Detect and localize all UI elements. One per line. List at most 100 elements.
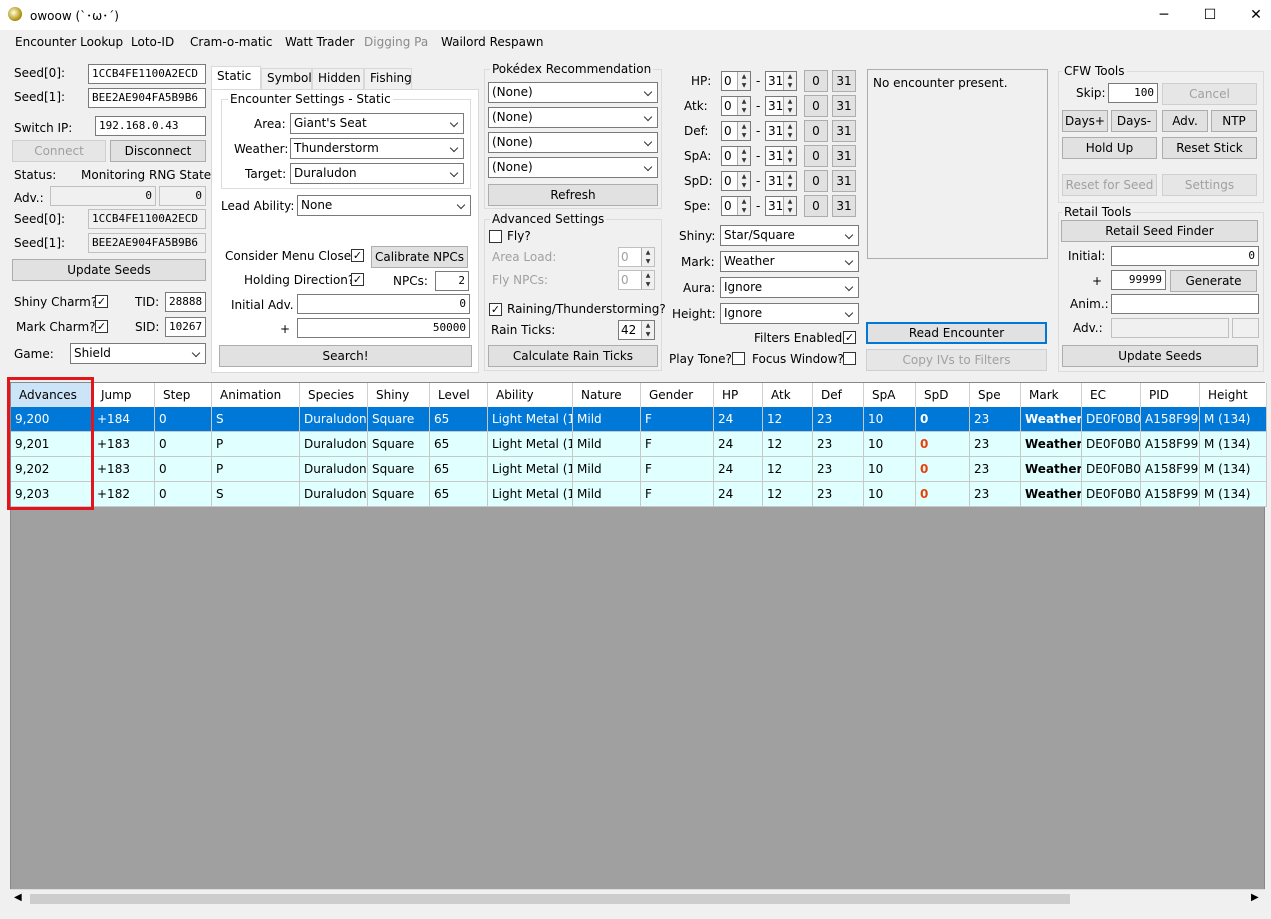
- column-header[interactable]: Species: [300, 383, 368, 407]
- iv-spa-min[interactable]: 0 ▲ ▼: [721, 146, 751, 166]
- minimize-button[interactable]: ─: [1141, 0, 1187, 30]
- iv-def-max[interactable]: 31 ▲ ▼: [765, 121, 797, 141]
- iv-spe-min[interactable]: 0 ▲ ▼: [721, 196, 751, 216]
- disconnect-button[interactable]: Disconnect: [110, 140, 206, 162]
- table-row[interactable]: 9,201 +183 0 P Duraludon Square 65 Light Metal …: [11, 432, 1267, 457]
- iv-atk-set-31-button[interactable]: 31: [832, 95, 856, 117]
- shiny-charm-checkbox[interactable]: ✓: [95, 295, 108, 308]
- shiny-filter-select[interactable]: Star/Square: [720, 225, 859, 246]
- column-header[interactable]: Jump: [93, 383, 155, 407]
- spinner-arrows-icon[interactable]: ▲ ▼: [737, 147, 750, 165]
- target-select[interactable]: Duraludon: [290, 163, 464, 184]
- spinner-arrows-icon[interactable]: ▲ ▼: [737, 97, 750, 115]
- spinner-arrows-icon[interactable]: ▲ ▼: [737, 72, 750, 90]
- skip-field[interactable]: 100: [1108, 83, 1158, 103]
- column-header[interactable]: Def: [813, 383, 864, 407]
- iv-spe-set-31-button[interactable]: 31: [832, 195, 856, 217]
- ntp-button[interactable]: NTP: [1211, 110, 1257, 132]
- column-header[interactable]: PID: [1141, 383, 1200, 407]
- iv-def-set-31-button[interactable]: 31: [832, 120, 856, 142]
- connect-button[interactable]: Connect: [12, 140, 106, 162]
- update-seeds-button-left[interactable]: Update Seeds: [12, 259, 206, 281]
- scroll-right-icon[interactable]: ▶: [1251, 892, 1259, 903]
- tid-field[interactable]: 28888: [165, 292, 206, 312]
- sid-field[interactable]: 10267: [165, 317, 206, 337]
- refresh-button[interactable]: Refresh: [488, 184, 658, 206]
- pokedex-select-2[interactable]: (None): [488, 107, 658, 128]
- menu-encounter-lookup[interactable]: Encounter Lookup: [15, 35, 123, 49]
- max-adv-field[interactable]: 50000: [297, 318, 470, 338]
- tab-static[interactable]: Static: [211, 66, 261, 89]
- menu-loto-id[interactable]: Loto-ID: [131, 35, 174, 49]
- switch-ip-field[interactable]: 192.168.0.43: [95, 116, 206, 136]
- focus-window-checkbox[interactable]: [843, 352, 856, 365]
- column-header[interactable]: SpA: [864, 383, 916, 407]
- iv-hp-max[interactable]: 31 ▲ ▼: [765, 71, 797, 91]
- mark-charm-checkbox[interactable]: ✓: [95, 320, 108, 333]
- iv-spa-set-31-button[interactable]: 31: [832, 145, 856, 167]
- column-header[interactable]: HP: [714, 383, 763, 407]
- iv-spa-set-0-button[interactable]: 0: [804, 145, 828, 167]
- hold-up-button[interactable]: Hold Up: [1062, 137, 1157, 159]
- height-filter-select[interactable]: Ignore: [720, 303, 859, 324]
- iv-hp-min[interactable]: 0 ▲ ▼: [721, 71, 751, 91]
- menu-watt-trader[interactable]: Watt Trader: [285, 35, 354, 49]
- iv-atk-min[interactable]: 0 ▲ ▼: [721, 96, 751, 116]
- iv-hp-set-0-button[interactable]: 0: [804, 70, 828, 92]
- rain-ticks-spinner[interactable]: 42 ▲ ▼: [618, 320, 655, 340]
- spinner-arrows-icon[interactable]: ▲ ▼: [783, 147, 796, 165]
- spinner-arrows-icon[interactable]: ▲ ▼: [783, 197, 796, 215]
- iv-spe-max[interactable]: 31 ▲ ▼: [765, 196, 797, 216]
- retail-initial-field[interactable]: 0: [1111, 246, 1259, 266]
- spinner-arrows-icon[interactable]: ▲ ▼: [737, 172, 750, 190]
- tab-fishing[interactable]: Fishing: [364, 68, 412, 89]
- holding-direction-checkbox[interactable]: ✓: [351, 273, 364, 286]
- pokedex-select-3[interactable]: (None): [488, 132, 658, 153]
- update-seeds-button-retail[interactable]: Update Seeds: [1062, 345, 1258, 367]
- results-grid[interactable]: Advances Jump Step Animation Species Shiny Lev…: [10, 382, 1267, 906]
- column-header[interactable]: Animation: [212, 383, 300, 407]
- adv-button[interactable]: Adv.: [1162, 110, 1208, 132]
- scroll-left-icon[interactable]: ◀: [14, 892, 22, 903]
- column-header[interactable]: Height: [1200, 383, 1267, 407]
- generate-button[interactable]: Generate: [1170, 270, 1257, 292]
- tab-symbol[interactable]: Symbol: [261, 68, 312, 89]
- read-encounter-button[interactable]: Read Encounter: [866, 322, 1047, 344]
- column-header[interactable]: Shiny: [368, 383, 430, 407]
- initial-adv-field[interactable]: 0: [297, 294, 470, 314]
- iv-def-min[interactable]: 0 ▲ ▼: [721, 121, 751, 141]
- close-button[interactable]: ✕: [1233, 0, 1271, 30]
- scrollbar-thumb[interactable]: [30, 894, 1070, 904]
- menu-wailord-respawn[interactable]: Wailord Respawn: [441, 35, 543, 49]
- retail-plus-field[interactable]: 99999: [1111, 270, 1166, 290]
- iv-atk-set-0-button[interactable]: 0: [804, 95, 828, 117]
- fly-checkbox[interactable]: [489, 230, 502, 243]
- spinner-arrows-icon[interactable]: ▲ ▼: [783, 122, 796, 140]
- mark-filter-select[interactable]: Weather: [720, 251, 859, 272]
- iv-def-set-0-button[interactable]: 0: [804, 120, 828, 142]
- retail-seed-finder-button[interactable]: Retail Seed Finder: [1061, 220, 1258, 242]
- days-minus-button[interactable]: Days-: [1111, 110, 1157, 132]
- calibrate-npcs-button[interactable]: Calibrate NPCs: [371, 246, 468, 268]
- menu-close-checkbox[interactable]: ✓: [351, 249, 364, 262]
- column-header[interactable]: Nature: [573, 383, 641, 407]
- menu-cram-o-matic[interactable]: Cram-o-matic: [190, 35, 272, 49]
- iv-spd-min[interactable]: 0 ▲ ▼: [721, 171, 751, 191]
- column-header[interactable]: Atk: [763, 383, 813, 407]
- aura-filter-select[interactable]: Ignore: [720, 277, 859, 298]
- filters-enabled-checkbox[interactable]: ✓: [843, 331, 856, 344]
- area-select[interactable]: Giant's Seat: [290, 113, 464, 134]
- spinner-arrows-icon[interactable]: ▲ ▼: [783, 72, 796, 90]
- column-header[interactable]: Step: [155, 383, 212, 407]
- spinner-arrows-icon[interactable]: ▲ ▼: [641, 321, 654, 339]
- iv-atk-max[interactable]: 31 ▲ ▼: [765, 96, 797, 116]
- table-row[interactable]: 9,203 +182 0 S Duraludon Square 65 Light Metal …: [11, 482, 1267, 507]
- table-row[interactable]: 9,202 +183 0 P Duraludon Square 65 Light Metal …: [11, 457, 1267, 482]
- table-row[interactable]: 9,200 +184 0 S Duraludon Square 65 Light Metal …: [11, 407, 1267, 432]
- column-header[interactable]: EC: [1082, 383, 1141, 407]
- column-header[interactable]: SpD: [916, 383, 970, 407]
- column-header[interactable]: Gender: [641, 383, 714, 407]
- horizontal-scrollbar[interactable]: ◀ ▶: [10, 889, 1265, 906]
- spinner-arrows-icon[interactable]: ▲ ▼: [783, 172, 796, 190]
- search-button[interactable]: Search!: [219, 345, 472, 367]
